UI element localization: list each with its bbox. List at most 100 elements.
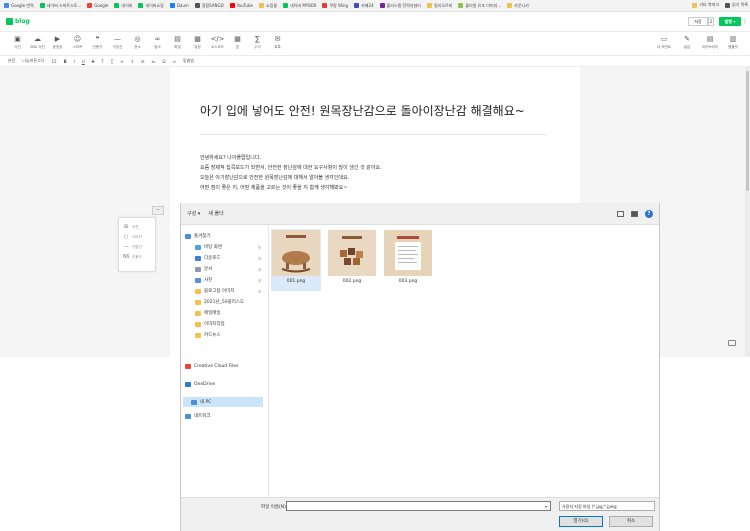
side-tool-button[interactable]: ✎ 글감 (676, 32, 698, 54)
nav-item-1[interactable]: 즐겨찾기 (185, 231, 265, 241)
save-count-button[interactable]: 2 (708, 17, 714, 26)
bookmark-item[interactable]: 쇼핑몰 (258, 3, 277, 9)
quick-insert-item[interactable]: ⊞ 사진 (119, 222, 155, 232)
nav-item-8[interactable]: 매일매일 (195, 308, 265, 318)
insert-tool-button[interactable]: ✉ 톡톡 (268, 32, 287, 54)
insert-tool-button[interactable]: ∑ 수식 (248, 32, 267, 54)
insert-tool-button[interactable]: ☁ SNS 사진 (28, 32, 47, 54)
bookmark-favicon-icon (507, 3, 513, 8)
bookmark-item[interactable]: 블리원 유조 이미지... (458, 3, 501, 9)
strikethrough-button[interactable]: S (92, 59, 95, 64)
nav-item-2[interactable]: 바탕 화면 ⚲ (195, 242, 265, 252)
preview-pane-icon[interactable] (631, 211, 638, 217)
insert-tool-button[interactable]: ◎ 장소 (128, 32, 147, 54)
folder-icon (191, 399, 197, 405)
organize-button[interactable]: 구성 ▾ (187, 210, 200, 217)
quick-insert-label: 스티커 (132, 234, 142, 239)
panel-close-button[interactable]: − (152, 206, 164, 215)
bookmark-item[interactable]: Google (87, 3, 108, 8)
link-icon[interactable]: ∞ (173, 59, 176, 64)
scroll-thumb[interactable] (746, 71, 749, 191)
font-family-select[interactable]: 나눔바른고딕 (22, 58, 44, 64)
highlight-icon[interactable]: T̲ (111, 59, 113, 64)
bookmark-item[interactable]: YouTube (229, 3, 253, 8)
bookmark-item[interactable]: Daum (169, 3, 189, 8)
new-folder-button[interactable]: 새 폴더 (208, 210, 223, 217)
filename-input[interactable] (286, 501, 551, 511)
post-title[interactable]: 아기 입에 넣어도 안전! 원목장난감으로 돌아이장난감 해결해요~ (200, 102, 560, 119)
bookmark-item[interactable]: 정합SANGD (194, 3, 224, 9)
text-color-icon[interactable]: T (101, 59, 103, 64)
insert-tool-button[interactable]: </> 소스코드 (208, 32, 227, 54)
editor-scrollbar[interactable] (745, 67, 750, 357)
nav-item-12[interactable]: OneDrive (185, 379, 265, 389)
bookmark-item[interactable]: 읽기 목록 (725, 2, 748, 8)
bookmark-item[interactable]: Google 번역 (4, 3, 34, 9)
file-item[interactable]: 001.png (271, 229, 321, 291)
bookmark-item[interactable]: 블러스윙 전략자센터 (379, 3, 421, 9)
bookmark-item[interactable]: 기타 북마크 (692, 2, 719, 8)
nav-item-7[interactable]: 2021년_50플러스도 (195, 297, 265, 307)
file-item[interactable]: 002.png (327, 229, 377, 291)
insert-tool-button[interactable]: ▤ 파일 (168, 32, 187, 54)
insert-tool-button[interactable]: ☺ 스티커 (68, 32, 87, 54)
nav-item-6[interactable]: 블로그용 이미지 ⚲ (195, 286, 265, 296)
font-size-select[interactable]: 15 (51, 59, 56, 64)
more-menu-icon[interactable]: ⋮ (742, 18, 748, 25)
chat-icon[interactable] (728, 340, 736, 346)
insert-tool-button[interactable]: ▦ 표 (228, 32, 247, 54)
underline-button[interactable]: U (82, 59, 85, 64)
nav-item-10[interactable]: 카드뉴스 (195, 330, 265, 340)
quick-insert-item[interactable]: 66 인용구 (119, 252, 155, 262)
bookmark-label: 네이버 (121, 2, 133, 8)
nav-item-14[interactable]: 네트워크 (185, 411, 265, 421)
nav-item-13[interactable]: 내 PC (183, 397, 263, 407)
spellcheck-button[interactable]: 맞춤법 (183, 58, 194, 64)
cancel-button[interactable]: 취소 (609, 516, 653, 527)
subscript-icon[interactable]: x₂ (152, 59, 156, 64)
insert-tool-button[interactable]: ▦ 일정 (188, 32, 207, 54)
bookmark-item[interactable]: 네이버 MY8OX (283, 3, 316, 9)
nav-item-4[interactable]: 문서 ⚲ (195, 264, 265, 274)
bold-button[interactable]: B (64, 59, 67, 64)
quick-insert-item[interactable]: ○ 스티커 (119, 232, 155, 242)
line-height-icon[interactable]: ↕ (131, 59, 134, 64)
align-icon[interactable]: ≡ (120, 59, 123, 64)
bookmark-item[interactable]: 네이버 스마트스토... (39, 3, 81, 9)
insert-tool-label: 인용구 (92, 45, 103, 49)
bookmark-item[interactable]: 밀리오르비 (426, 3, 452, 9)
paragraph-style-select[interactable]: 본문 (8, 58, 15, 64)
side-tool-button[interactable]: ▤ 라이브러리 (699, 32, 721, 54)
bookmark-item[interactable]: 네이버 (114, 3, 132, 9)
nav-item-9[interactable]: 이미지작업 (195, 319, 265, 329)
insert-tool-button[interactable]: — 구분선 (108, 32, 127, 54)
special-char-icon[interactable]: Ω (163, 59, 166, 64)
insert-tool-button[interactable]: ▶ 동영상 (48, 32, 67, 54)
side-tool-button[interactable]: ▭ 내 모먼트 (653, 32, 675, 54)
italic-button[interactable]: I (74, 59, 75, 64)
bookmark-item[interactable]: 카운니카 (507, 3, 529, 9)
list-icon[interactable]: ☰ (141, 59, 145, 64)
nav-item-5[interactable]: 사진 ⚲ (195, 275, 265, 285)
bookmark-item[interactable]: 네이버쇼핑 (138, 3, 164, 9)
blog-logo[interactable]: blog (6, 18, 30, 25)
file-type-select[interactable]: 사용자 지정 파일 (*.jpg;*.jpeg; (559, 501, 655, 511)
save-button[interactable]: 저장 (688, 17, 708, 26)
publish-button[interactable]: 발행 ▾ (719, 17, 741, 26)
side-tool-button[interactable]: ▥ 템플릿 (722, 32, 744, 54)
side-tool-icon: ▭ (660, 35, 668, 43)
bookmark-item[interactable]: 쿠팡 Wing (322, 3, 348, 9)
view-options-icon[interactable] (617, 211, 624, 217)
bookmark-item[interactable]: 카페24 (354, 3, 374, 9)
nav-item-3[interactable]: 다운로드 ⚲ (195, 253, 265, 263)
file-item[interactable]: 003.png (383, 229, 433, 291)
post-body[interactable]: 안녕하세요? 나이플랍입니다. 요즘 장제적 집콕모드가 되면서, 안전한 장난… (200, 153, 560, 193)
insert-tool-button[interactable]: ∞ 링크 (148, 32, 167, 54)
chevron-down-icon[interactable]: ▾ (545, 504, 547, 509)
insert-tool-button[interactable]: ▣ 사진 (8, 32, 27, 54)
help-icon[interactable]: ? (645, 210, 653, 218)
nav-item-11[interactable]: Creative Cloud Files (185, 361, 265, 371)
open-button[interactable]: 열기(O) (559, 516, 603, 527)
quick-insert-item[interactable]: — 구분선 (119, 242, 155, 252)
insert-tool-button[interactable]: ❝ 인용구 (88, 32, 107, 54)
